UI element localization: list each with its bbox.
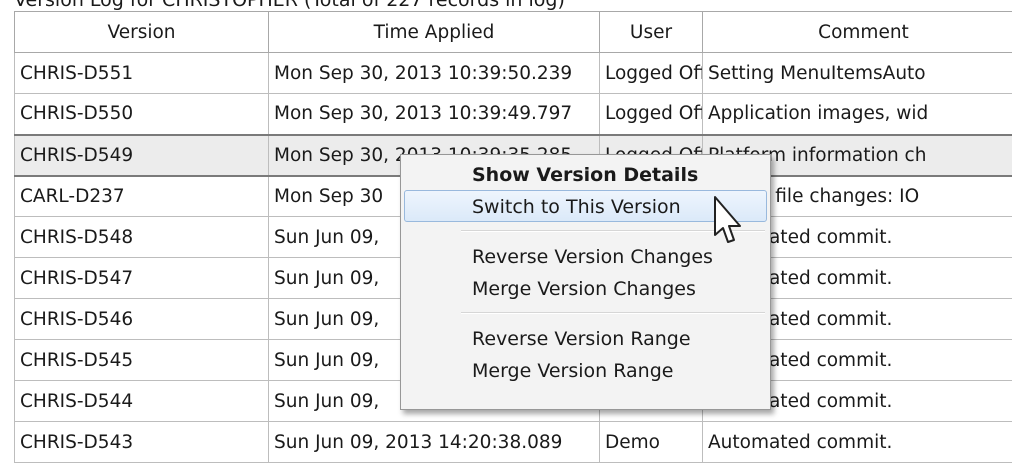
- table-header-row: Version Time Applied User Comment: [15, 12, 1012, 53]
- context-menu: Show Version DetailsSwitch to This Versi…: [400, 154, 771, 410]
- menu-item-merge-version-changes[interactable]: Merge Version Changes: [404, 272, 767, 304]
- cell-time-applied: Mon Sep 30, 2013 10:39:50.239: [269, 53, 600, 94]
- menu-separator: [461, 312, 765, 314]
- column-header-version[interactable]: Version: [15, 12, 269, 53]
- cell-time-applied: Sun Jun 09, 2013 14:20:38.089: [269, 422, 600, 463]
- cell-version: CHRIS-D549: [15, 135, 269, 176]
- table-row[interactable]: CHRIS-D551Mon Sep 30, 2013 10:39:50.239L…: [15, 53, 1012, 94]
- cell-version: CHRIS-D543: [15, 422, 269, 463]
- cell-user: Logged Off: [600, 94, 703, 135]
- cell-version: CHRIS-D547: [15, 258, 269, 299]
- column-header-comment[interactable]: Comment: [703, 12, 1012, 53]
- cell-user: Demo: [600, 422, 703, 463]
- table-row[interactable]: CHRIS-D543Sun Jun 09, 2013 14:20:38.089D…: [15, 422, 1012, 463]
- cell-time-applied: Mon Sep 30, 2013 10:39:49.797: [269, 94, 600, 135]
- menu-item-show-version-details[interactable]: Show Version Details: [404, 158, 767, 190]
- menu-item-reverse-version-range[interactable]: Reverse Version Range: [404, 322, 767, 354]
- cell-version: CHRIS-D548: [15, 217, 269, 258]
- cell-comment: Automated commit.: [703, 422, 1012, 463]
- menu-item-merge-version-range[interactable]: Merge Version Range: [404, 354, 767, 386]
- cell-version: CHRIS-D544: [15, 381, 269, 422]
- cell-version: CHRIS-D546: [15, 299, 269, 340]
- column-header-time-applied[interactable]: Time Applied: [269, 12, 600, 53]
- cell-user: Logged Off: [600, 53, 703, 94]
- version-log-caption: Version Log for CHRISTOPHER (Total of 22…: [14, 0, 565, 11]
- cell-version: CHRIS-D551: [15, 53, 269, 94]
- cell-comment: Application images, wid: [703, 94, 1012, 135]
- column-header-user[interactable]: User: [600, 12, 703, 53]
- cell-version: CARL-D237: [15, 176, 269, 217]
- cell-version: CHRIS-D545: [15, 340, 269, 381]
- cell-comment: Setting MenuItemsAuto: [703, 53, 1012, 94]
- arrow-pointer-icon: [704, 195, 742, 253]
- table-row[interactable]: CHRIS-D550Mon Sep 30, 2013 10:39:49.797L…: [15, 94, 1012, 135]
- cell-version: CHRIS-D550: [15, 94, 269, 135]
